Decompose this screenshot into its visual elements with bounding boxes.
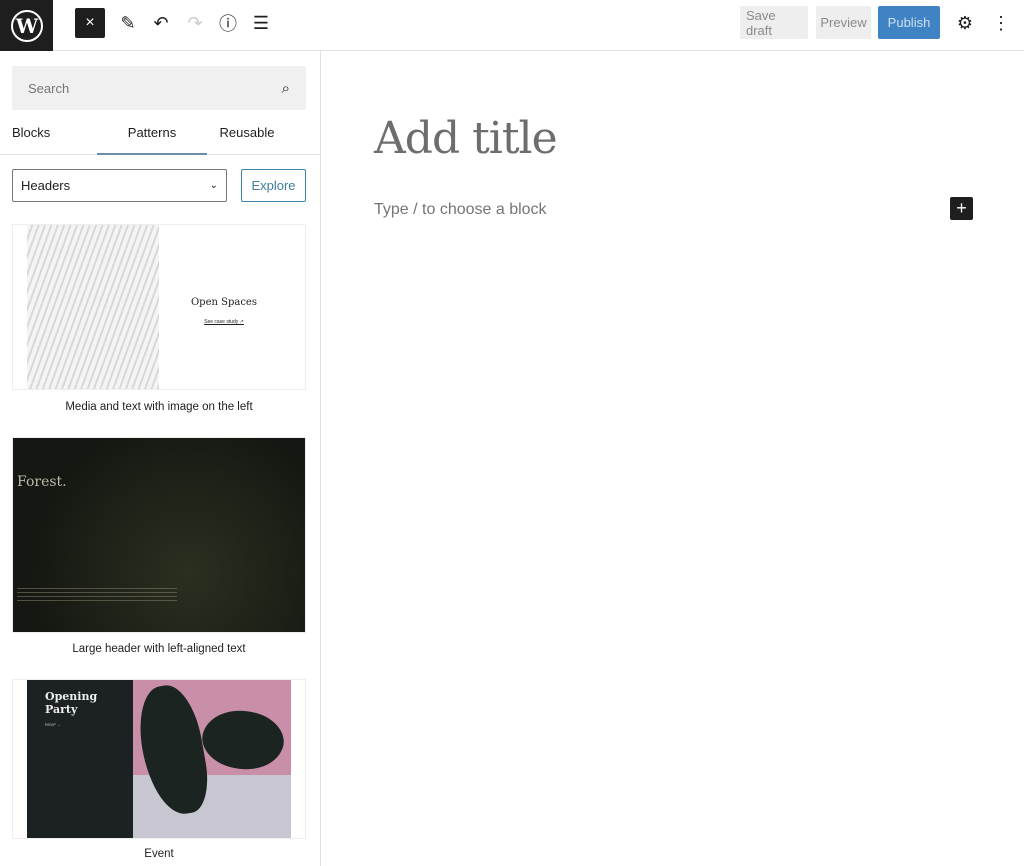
tab-patterns[interactable]: Patterns (97, 113, 207, 155)
inserter-tabs: Blocks Patterns Reusable (0, 113, 320, 155)
top-toolbar: W × ✎ ↶ ↷ ⓘ ☰ Save draft Preview Publish… (0, 0, 1024, 51)
more-vertical-icon: ⋮ (992, 12, 1010, 33)
pattern-body-text (17, 588, 177, 602)
pattern-dark-panel: Opening Party RSVP → (27, 680, 133, 838)
gear-icon: ⚙ (956, 12, 974, 33)
info-icon: ⓘ (219, 14, 237, 34)
pattern-link: RSVP → (45, 722, 61, 727)
pattern-heading: Forest. (17, 474, 67, 490)
settings-button[interactable]: ⚙ (950, 8, 980, 38)
search-placeholder: Search (28, 80, 70, 96)
pattern-heading: Open Spaces (190, 297, 257, 308)
search-input[interactable]: Search ⌕ (12, 66, 306, 110)
redo-button[interactable]: ↷ (180, 8, 210, 38)
close-inserter-button[interactable]: × (75, 8, 105, 38)
preview-button[interactable]: Preview (816, 6, 871, 39)
wordpress-logo-button[interactable]: W (0, 0, 53, 51)
options-button[interactable]: ⋮ (986, 8, 1016, 38)
undo-icon: ↶ (153, 12, 169, 33)
post-title-input[interactable]: Add title (374, 113, 558, 164)
pattern-media-text[interactable]: Open Spaces See case study ↗ (12, 224, 306, 390)
pattern-large-header[interactable]: Forest. (12, 437, 306, 633)
editor-canvas: Add title Type / to choose a block + (321, 51, 1024, 866)
tab-blocks[interactable]: Blocks (12, 113, 92, 155)
svg-text:W: W (14, 14, 38, 38)
pattern-image (132, 680, 291, 838)
details-button[interactable]: ⓘ (213, 8, 243, 38)
block-placeholder[interactable]: Type / to choose a block (374, 201, 547, 219)
wordpress-logo-icon: W (10, 9, 43, 42)
pattern-label: Media and text with image on the left (65, 401, 253, 413)
plus-icon: + (956, 198, 967, 218)
tools-button[interactable]: ✎ (113, 8, 143, 38)
pattern-event[interactable]: Opening Party RSVP → (12, 679, 306, 839)
category-value: Headers (21, 178, 71, 193)
inserter-sidebar: Search ⌕ Blocks Patterns Reusable Headers… (0, 51, 321, 866)
pattern-heading: Opening Party (45, 690, 98, 716)
pencil-icon: ✎ (120, 12, 136, 33)
add-block-button[interactable]: + (950, 197, 973, 220)
list-view-button[interactable]: ☰ (246, 8, 276, 38)
search-icon: ⌕ (281, 79, 290, 97)
list-view-icon: ☰ (252, 12, 270, 33)
pattern-label: Large header with left-aligned text (72, 643, 246, 655)
pattern-category-select[interactable]: Headers ⌄ (12, 169, 227, 202)
pattern-link: See case study ↗ (204, 319, 244, 325)
save-draft-button[interactable]: Save draft (740, 6, 808, 39)
pattern-image (27, 225, 159, 389)
redo-icon: ↷ (187, 12, 203, 33)
close-icon: × (85, 14, 95, 31)
publish-button[interactable]: Publish (878, 6, 940, 39)
chevron-down-icon: ⌄ (209, 180, 218, 191)
tab-reusable[interactable]: Reusable (207, 113, 287, 155)
pattern-label: Event (144, 848, 174, 860)
undo-button[interactable]: ↶ (146, 8, 176, 38)
explore-button[interactable]: Explore (241, 169, 306, 202)
